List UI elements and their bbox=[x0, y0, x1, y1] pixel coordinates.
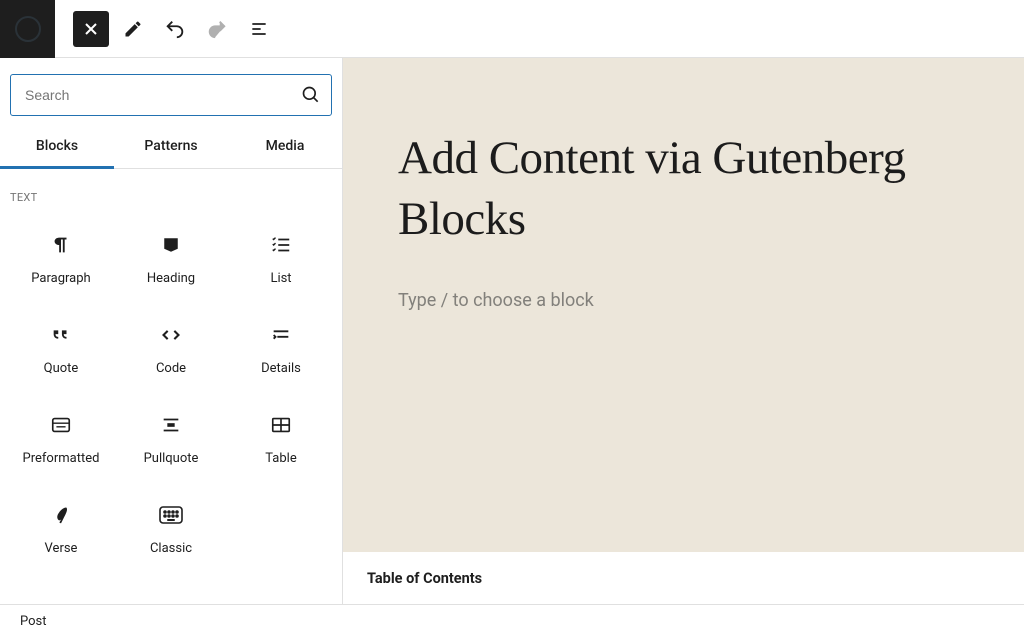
block-table[interactable]: Table bbox=[226, 394, 336, 484]
block-preformatted[interactable]: Preformatted bbox=[6, 394, 116, 484]
editor-canvas[interactable]: Add Content via Gutenberg Blocks Type / … bbox=[343, 58, 1024, 552]
block-list[interactable]: List bbox=[226, 214, 336, 304]
document-overview-button[interactable] bbox=[241, 11, 277, 47]
logo-icon bbox=[15, 16, 41, 42]
block-label: List bbox=[270, 271, 291, 286]
block-verse[interactable]: Verse bbox=[6, 484, 116, 574]
main-area: Blocks Patterns Media TEXT Paragraph Hea… bbox=[0, 58, 1024, 604]
footer-breadcrumb[interactable]: Post bbox=[0, 604, 1024, 637]
post-title[interactable]: Add Content via Gutenberg Blocks bbox=[398, 128, 1024, 250]
block-label: Heading bbox=[147, 271, 195, 286]
block-label: Pullquote bbox=[144, 451, 199, 466]
redo-icon bbox=[206, 18, 228, 40]
inserter-tabs: Blocks Patterns Media bbox=[0, 126, 342, 169]
quote-icon bbox=[50, 324, 72, 346]
block-paragraph[interactable]: Paragraph bbox=[6, 214, 116, 304]
block-label: Classic bbox=[150, 541, 192, 556]
block-label: Details bbox=[261, 361, 301, 376]
block-label: Paragraph bbox=[31, 271, 90, 286]
toolbar-buttons-group bbox=[55, 11, 277, 47]
block-pullquote[interactable]: Pullquote bbox=[116, 394, 226, 484]
search-input[interactable] bbox=[25, 87, 301, 103]
category-text-label: TEXT bbox=[0, 169, 342, 214]
pencil-icon bbox=[123, 19, 143, 39]
code-icon bbox=[159, 325, 183, 345]
classic-icon bbox=[159, 506, 183, 524]
redo-button[interactable] bbox=[199, 11, 235, 47]
block-label: Verse bbox=[45, 541, 78, 556]
preformatted-icon bbox=[50, 414, 72, 436]
block-label: Quote bbox=[44, 361, 79, 376]
close-icon bbox=[83, 21, 99, 37]
table-icon bbox=[270, 414, 292, 436]
pullquote-icon bbox=[160, 414, 182, 436]
close-inserter-button[interactable] bbox=[73, 11, 109, 47]
block-classic[interactable]: Classic bbox=[116, 484, 226, 574]
editor-area: Add Content via Gutenberg Blocks Type / … bbox=[343, 58, 1024, 604]
overview-icon bbox=[249, 19, 269, 39]
blocks-grid: Paragraph Heading List Quote Code Detail bbox=[0, 214, 342, 574]
tab-patterns[interactable]: Patterns bbox=[114, 126, 228, 168]
block-label: Preformatted bbox=[23, 451, 100, 466]
tab-blocks[interactable]: Blocks bbox=[0, 126, 114, 168]
block-label: Code bbox=[156, 361, 186, 376]
breadcrumb-post[interactable]: Post bbox=[20, 614, 47, 629]
paragraph-icon bbox=[50, 234, 72, 256]
search-box[interactable] bbox=[10, 74, 332, 116]
verse-icon bbox=[51, 504, 71, 526]
block-placeholder[interactable]: Type / to choose a block bbox=[398, 290, 1024, 311]
tab-media[interactable]: Media bbox=[228, 126, 342, 168]
tools-button[interactable] bbox=[115, 11, 151, 47]
details-icon bbox=[270, 324, 292, 346]
search-icon bbox=[301, 85, 321, 105]
block-details[interactable]: Details bbox=[226, 304, 336, 394]
block-inserter-panel: Blocks Patterns Media TEXT Paragraph Hea… bbox=[0, 58, 343, 604]
block-heading[interactable]: Heading bbox=[116, 214, 226, 304]
list-icon bbox=[270, 234, 292, 256]
block-code[interactable]: Code bbox=[116, 304, 226, 394]
undo-icon bbox=[164, 18, 186, 40]
block-label: Table bbox=[265, 451, 296, 466]
block-quote[interactable]: Quote bbox=[6, 304, 116, 394]
wp-logo-button[interactable] bbox=[0, 0, 55, 58]
table-of-contents-heading: Table of Contents bbox=[343, 552, 1024, 604]
undo-button[interactable] bbox=[157, 11, 193, 47]
top-toolbar bbox=[0, 0, 1024, 58]
heading-icon bbox=[162, 236, 180, 254]
